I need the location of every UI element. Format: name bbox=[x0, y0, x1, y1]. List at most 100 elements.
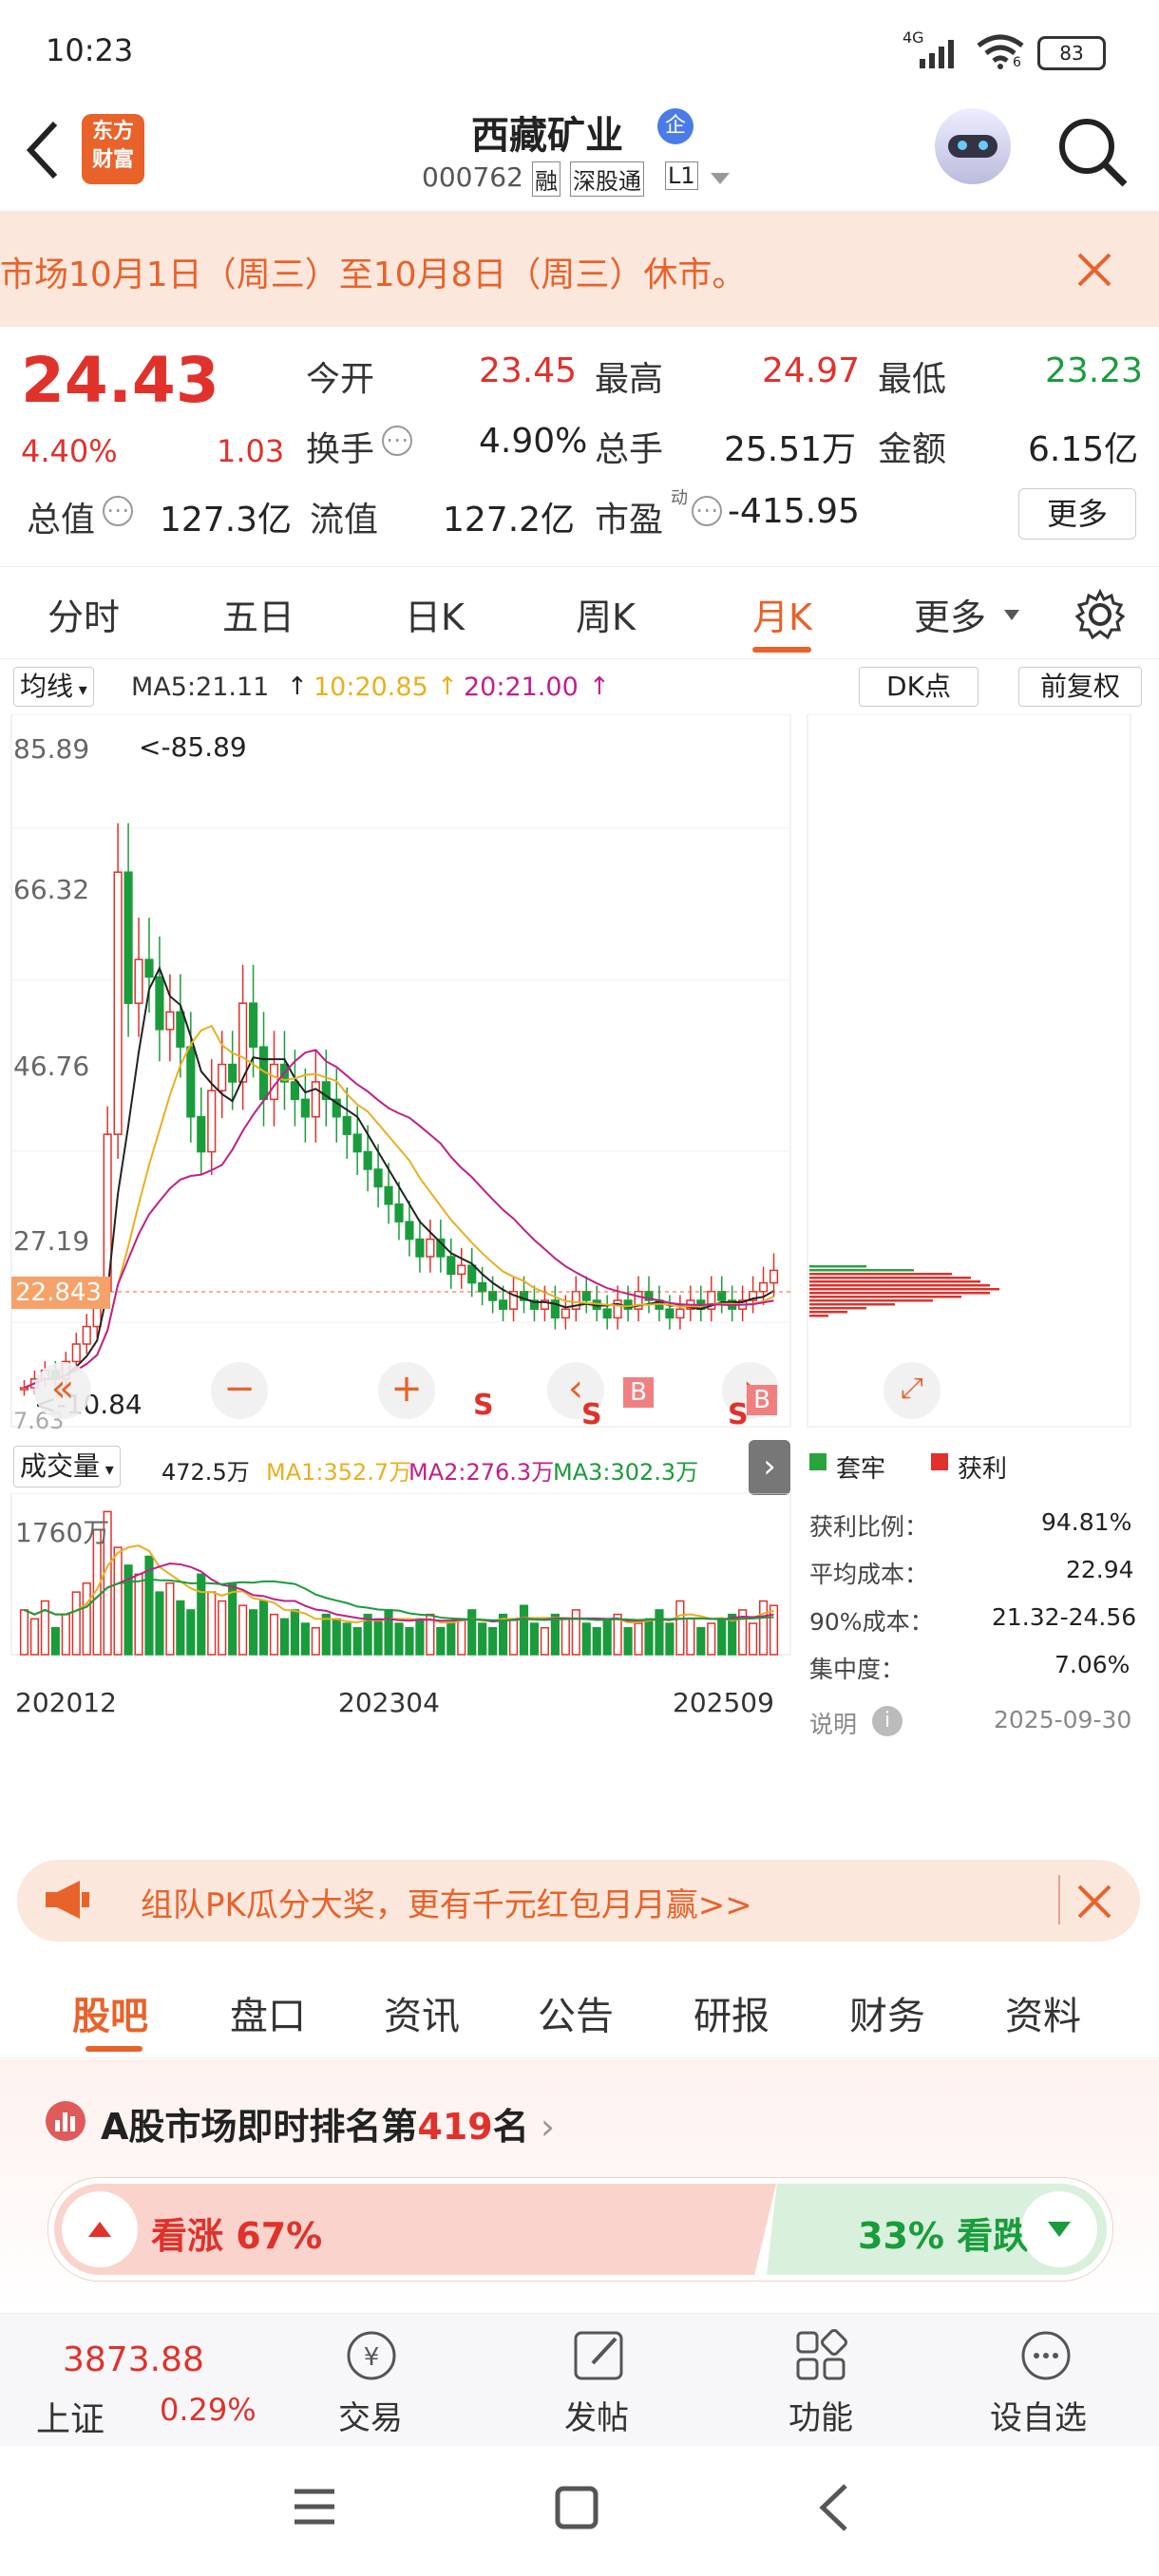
tab-orderbook[interactable]: 盘口 bbox=[230, 1985, 306, 2040]
scroll-left-button[interactable]: « bbox=[34, 1362, 91, 1419]
volume-bar bbox=[488, 1627, 498, 1656]
vol-ma2: MA2:276.3万 bbox=[408, 1459, 555, 1486]
bullish-icon[interactable] bbox=[62, 2191, 138, 2267]
volume-bar bbox=[50, 1627, 60, 1656]
functions-label[interactable]: 功能 bbox=[788, 2392, 853, 2438]
info-icon[interactable]: ⋯ bbox=[103, 496, 133, 526]
volume-bar bbox=[311, 1627, 320, 1656]
candle-body bbox=[248, 1002, 258, 1048]
info-icon[interactable]: i bbox=[872, 1706, 902, 1736]
chip-note[interactable]: 说明 bbox=[809, 1706, 857, 1740]
expand-panel-icon[interactable]: › bbox=[749, 1440, 790, 1495]
tag-level1[interactable]: L1 bbox=[665, 161, 698, 190]
volume-bar bbox=[258, 1600, 269, 1656]
menu-icon[interactable] bbox=[291, 2486, 338, 2528]
volume-bar bbox=[384, 1609, 393, 1656]
index-pct: 0.29% bbox=[160, 2392, 256, 2428]
info-icon[interactable]: ⋯ bbox=[692, 496, 722, 526]
candle-body bbox=[144, 958, 154, 978]
assistant-avatar-icon[interactable] bbox=[935, 108, 1011, 184]
tab-five-day[interactable]: 五日 bbox=[222, 588, 294, 640]
ma-selector[interactable]: 均线 ▾ bbox=[13, 667, 94, 707]
index-value[interactable]: 3873.88 bbox=[63, 2340, 204, 2379]
back-nav-icon[interactable] bbox=[815, 2482, 853, 2533]
tab-forum[interactable]: 股吧 bbox=[72, 1985, 148, 2040]
market-closed-notice: 市场10月1日（周三）至10月8日（周三）休市。 bbox=[0, 211, 1159, 327]
period-tabs: 分时 五日 日K 周K 月K 更多 bbox=[0, 566, 1159, 659]
volume-selector[interactable]: 成交量 ▾ bbox=[13, 1446, 121, 1487]
gear-icon[interactable] bbox=[1074, 588, 1127, 641]
chip-date: 2025-09-30 bbox=[994, 1706, 1132, 1733]
tab-profile[interactable]: 资料 bbox=[1005, 1985, 1081, 2040]
dk-point-toggle[interactable]: DK点 bbox=[859, 667, 978, 707]
tab-financials[interactable]: 财务 bbox=[849, 1985, 925, 2040]
volume-bar bbox=[342, 1622, 352, 1656]
tab-research[interactable]: 研报 bbox=[694, 1985, 770, 2040]
tab-news[interactable]: 资讯 bbox=[384, 1985, 460, 2040]
app-logo[interactable]: 东方 财富 bbox=[82, 114, 144, 184]
y-label-top: 85.89 bbox=[13, 733, 90, 765]
volume-bar bbox=[436, 1627, 446, 1656]
volume-bar bbox=[707, 1622, 716, 1656]
y-label-4: 27.19 bbox=[13, 1225, 90, 1257]
candle-body bbox=[238, 1002, 248, 1083]
bearish-icon[interactable] bbox=[1021, 2191, 1097, 2267]
rank-text[interactable]: A股市场即时排名第419名 › bbox=[101, 2097, 555, 2150]
close-icon[interactable] bbox=[1075, 1883, 1113, 1921]
tab-announcements[interactable]: 公告 bbox=[538, 1985, 614, 2040]
candle-body bbox=[499, 1299, 508, 1310]
info-icon[interactable]: ⋯ bbox=[382, 426, 412, 456]
volume-bar bbox=[19, 1609, 29, 1656]
stock-header: 东方 财富 西藏矿业 企 000762 融 深股通 L1 bbox=[0, 95, 1159, 209]
volume-bar bbox=[508, 1618, 519, 1656]
candle-body bbox=[426, 1238, 435, 1258]
zoom-in-button[interactable]: + bbox=[378, 1362, 435, 1419]
chip-value: 7.06% bbox=[1054, 1651, 1130, 1678]
ma10-legend: 10:20.85 bbox=[314, 672, 428, 702]
chip-bar bbox=[809, 1303, 895, 1306]
ma20-legend: 20:21.00 bbox=[464, 672, 579, 702]
chip-bar bbox=[809, 1296, 961, 1298]
trade-icon[interactable]: ¥ bbox=[338, 2327, 405, 2384]
tab-monthly-k[interactable]: 月K bbox=[752, 588, 812, 640]
bottom-toolbar: 3873.88 上证 0.29% ¥ 交易 发帖 功能 设自选 bbox=[0, 2313, 1159, 2447]
chip-label: 获利比例： bbox=[809, 1513, 929, 1541]
chip-bar bbox=[809, 1299, 933, 1302]
tab-daily-k[interactable]: 日K bbox=[405, 588, 465, 640]
volume-bar bbox=[675, 1600, 685, 1656]
pe-dynamic-sup: 动 bbox=[671, 488, 688, 508]
compose-label[interactable]: 发帖 bbox=[564, 2392, 629, 2438]
candle-body bbox=[207, 1089, 217, 1153]
compose-icon[interactable] bbox=[566, 2327, 633, 2384]
volume-bar bbox=[758, 1600, 769, 1656]
chip-bar bbox=[809, 1315, 828, 1317]
bearish-label: 33% 看跌 bbox=[858, 2215, 1030, 2257]
add-watchlist-label[interactable]: 设自选 bbox=[990, 2392, 1087, 2438]
tag-margin: 融 bbox=[532, 161, 560, 197]
date-label-end: 202509 bbox=[673, 1687, 774, 1718]
float-cap-value: 127.2亿 bbox=[443, 501, 576, 540]
volume-bar bbox=[71, 1591, 81, 1656]
kline-chart-area: 均线 ▾ MA5:21.11 ↑ 10:20.85 ↑ 20:21.00 ↑ D… bbox=[0, 657, 1159, 1840]
index-name[interactable]: 上证 bbox=[36, 2392, 104, 2441]
tab-weekly-k[interactable]: 周K bbox=[576, 588, 636, 640]
search-icon[interactable] bbox=[1054, 114, 1130, 190]
volume-bar bbox=[238, 1604, 248, 1656]
home-icon[interactable] bbox=[553, 2484, 600, 2531]
expand-icon[interactable]: ⤢ bbox=[884, 1362, 940, 1419]
tab-more[interactable]: 更多 bbox=[914, 588, 986, 640]
close-icon[interactable] bbox=[1075, 251, 1113, 289]
functions-icon[interactable] bbox=[788, 2327, 855, 2384]
volume-bar bbox=[300, 1622, 310, 1656]
back-icon[interactable] bbox=[23, 120, 61, 180]
trade-label[interactable]: 交易 bbox=[338, 2392, 403, 2438]
adjust-selector[interactable]: 前复权 bbox=[1018, 667, 1142, 707]
promo-banner[interactable]: 组队PK瓜分大奖，更有千元红包月月赢>> bbox=[17, 1860, 1140, 1941]
dropdown-icon[interactable] bbox=[709, 171, 732, 186]
low-value: 23.23 bbox=[1045, 351, 1144, 390]
add-watchlist-icon[interactable] bbox=[1013, 2327, 1079, 2384]
zoom-out-button[interactable]: − bbox=[211, 1362, 268, 1419]
more-button[interactable]: 更多 bbox=[1018, 488, 1136, 540]
tab-intraday[interactable]: 分时 bbox=[48, 588, 120, 640]
trapped-legend-swatch bbox=[809, 1453, 826, 1470]
